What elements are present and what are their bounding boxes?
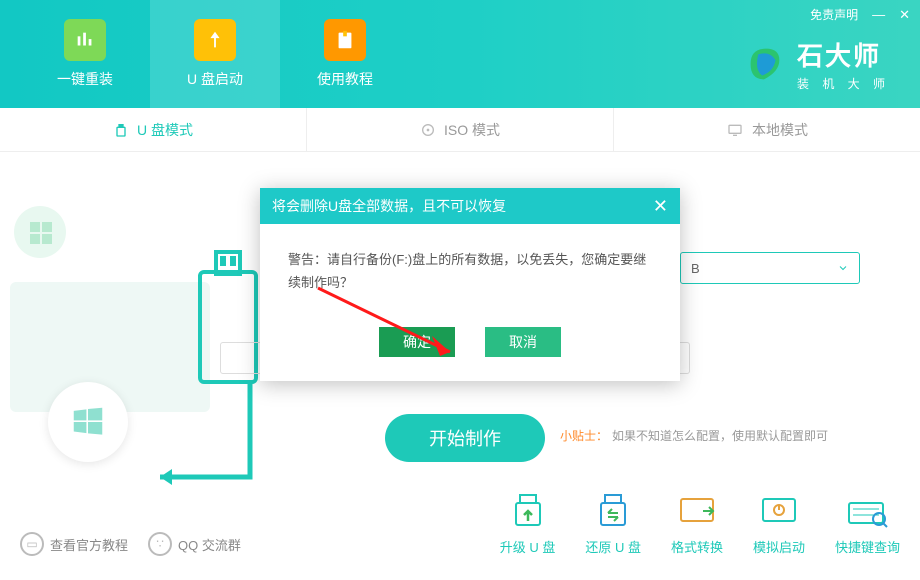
- dialog-body: 警告：请自行备份(F:)盘上的所有数据，以免丢失，您确定要继续制作吗？: [260, 224, 680, 319]
- nav-tab-reinstall[interactable]: 一键重装: [20, 0, 150, 108]
- tool-label: 还原 U 盘: [585, 537, 641, 556]
- mode-label: ISO 模式: [444, 120, 500, 140]
- tool-hotkey-query[interactable]: 快捷键查询: [835, 493, 900, 556]
- tool-format-convert[interactable]: 格式转换: [671, 493, 723, 556]
- usb-boot-icon: [194, 19, 236, 61]
- nav-tab-usb-boot[interactable]: U 盘启动: [150, 0, 280, 108]
- qq-group-link[interactable]: ∵ QQ 交流群: [148, 532, 241, 556]
- nav-tab-tutorial[interactable]: 使用教程: [280, 0, 410, 108]
- mode-tab-iso[interactable]: ISO 模式: [306, 108, 613, 151]
- tool-upgrade-usb[interactable]: 升级 U 盘: [500, 493, 556, 556]
- mode-label: 本地模式: [752, 120, 808, 140]
- mode-tabs: U 盘模式 ISO 模式 本地模式: [0, 108, 920, 152]
- book-icon: ▭: [20, 532, 44, 556]
- chevron-down-icon: [837, 262, 849, 274]
- brand-logo-icon: [741, 41, 787, 87]
- cancel-button[interactable]: 取消: [485, 327, 561, 357]
- official-tutorial-link[interactable]: ▭ 查看官方教程: [20, 532, 128, 556]
- cancel-label: 取消: [509, 332, 537, 352]
- ok-button[interactable]: 确定: [379, 327, 455, 357]
- window-controls: 免责声明 — ✕: [810, 6, 910, 23]
- windows-badge: [48, 382, 128, 462]
- minimize-button[interactable]: —: [872, 7, 885, 22]
- mode-tab-usb[interactable]: U 盘模式: [0, 108, 306, 151]
- tool-label: 格式转换: [671, 537, 723, 556]
- disclaimer-link[interactable]: 免责声明: [810, 6, 858, 23]
- usb-icon: [113, 122, 129, 138]
- dialog-footer: 确定 取消: [260, 319, 680, 381]
- tutorial-icon: [324, 19, 366, 61]
- nav-label: 一键重装: [57, 69, 113, 89]
- start-make-button[interactable]: 开始制作: [385, 414, 545, 462]
- link-label: 查看官方教程: [50, 535, 128, 554]
- nav-label: U 盘启动: [187, 69, 243, 89]
- tool-label: 模拟启动: [753, 537, 805, 556]
- people-icon: ∵: [148, 532, 172, 556]
- confirm-dialog: 将会删除U盘全部数据，且不可以恢复 ✕ 警告：请自行备份(F:)盘上的所有数据，…: [260, 188, 680, 381]
- tip-text: 小贴士： 如果不知道怎么配置，使用默认配置即可: [560, 427, 828, 444]
- link-label: QQ 交流群: [178, 535, 241, 554]
- tool-label: 升级 U 盘: [500, 537, 556, 556]
- app-header: 一键重装 U 盘启动 使用教程 免责声明 — ✕ 石大师 装 机 大 师: [0, 0, 920, 108]
- brand-name: 石大师: [797, 36, 890, 73]
- reinstall-icon: [64, 19, 106, 61]
- dialog-close-button[interactable]: ✕: [653, 196, 668, 217]
- toolbar: ▭ 查看官方教程 ∵ QQ 交流群 升级 U 盘 还原 U 盘 格式转换: [0, 493, 920, 556]
- tip-label: 小贴士：: [560, 429, 608, 443]
- mode-tab-local[interactable]: 本地模式: [613, 108, 920, 151]
- mode-label: U 盘模式: [137, 120, 193, 140]
- ok-label: 确定: [403, 332, 431, 352]
- iso-icon: [420, 122, 436, 138]
- tool-simulate-boot[interactable]: 模拟启动: [753, 493, 805, 556]
- tool-label: 快捷键查询: [835, 537, 900, 556]
- device-dropdown[interactable]: B: [680, 252, 860, 284]
- windows-icon: [69, 403, 107, 441]
- start-button-label: 开始制作: [429, 425, 501, 451]
- brand-subtitle: 装 机 大 师: [797, 75, 890, 92]
- close-button[interactable]: ✕: [899, 7, 910, 23]
- hotkey-icon: [845, 493, 889, 531]
- upgrade-usb-icon: [506, 493, 550, 531]
- nav-label: 使用教程: [317, 69, 373, 89]
- local-icon: [726, 122, 744, 138]
- tool-restore-usb[interactable]: 还原 U 盘: [585, 493, 641, 556]
- dialog-header: 将会删除U盘全部数据，且不可以恢复 ✕: [260, 188, 680, 224]
- dialog-title: 将会删除U盘全部数据，且不可以恢复: [272, 196, 506, 216]
- restore-usb-icon: [591, 493, 635, 531]
- format-icon: [675, 493, 719, 531]
- dropdown-value: B: [691, 261, 700, 276]
- tip-body: 如果不知道怎么配置，使用默认配置即可: [612, 429, 828, 443]
- simulate-icon: [757, 493, 801, 531]
- brand: 石大师 装 机 大 师: [741, 36, 890, 92]
